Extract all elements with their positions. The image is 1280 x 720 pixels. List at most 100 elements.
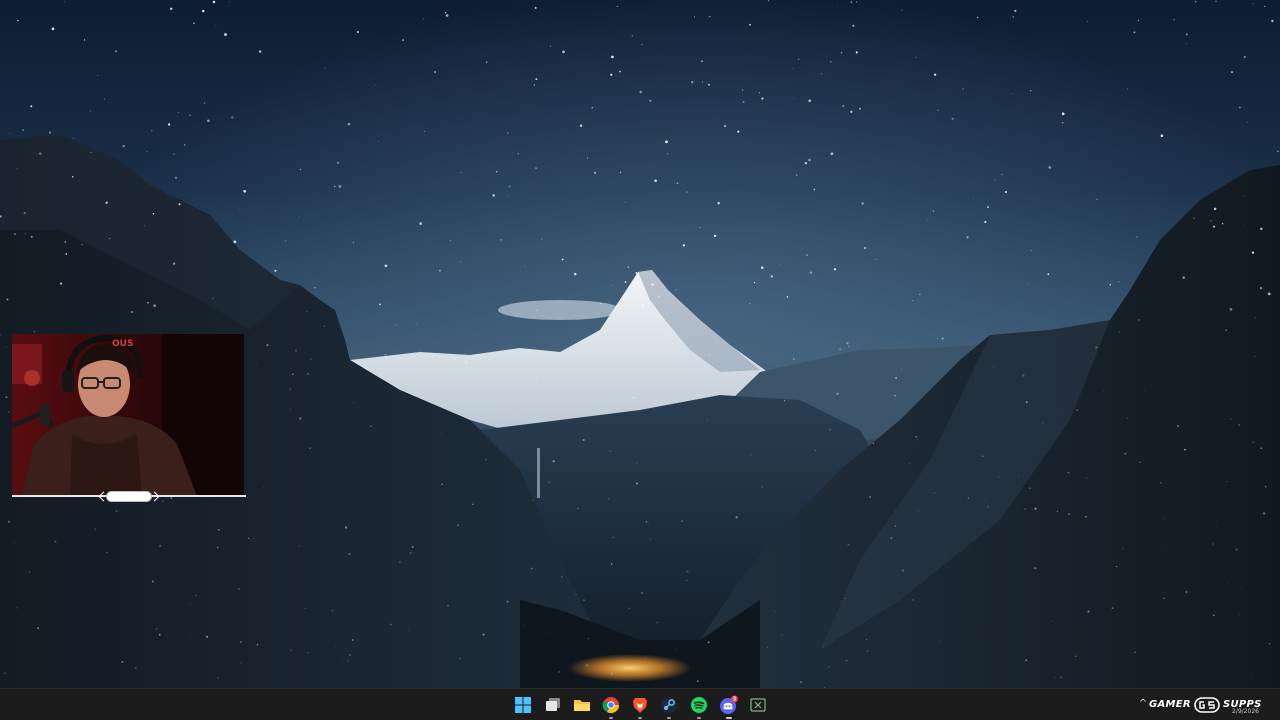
file-explorer-button[interactable] (572, 695, 592, 715)
star-speck (635, 272, 638, 274)
star-speck (1173, 19, 1175, 21)
star-speck (258, 50, 262, 53)
star-speck (855, 1, 858, 3)
star-speck (1259, 227, 1263, 231)
webcam-overlay[interactable]: OUS (12, 334, 244, 496)
task-view-button[interactable] (543, 695, 563, 715)
brave-button[interactable] (630, 695, 650, 719)
star-speck (384, 264, 388, 268)
star-speck (742, 101, 745, 103)
tray-date[interactable]: 2/9/2026 (1232, 708, 1259, 715)
star-speck (872, 442, 875, 445)
star-speck (566, 377, 568, 379)
star-speck (147, 301, 149, 304)
star-speck (445, 14, 449, 17)
brave-icon (633, 698, 647, 713)
star-speck (1068, 513, 1071, 516)
star-speck (1184, 448, 1186, 451)
star-speck (347, 122, 351, 126)
star-speck (1074, 655, 1077, 657)
star-speck (749, 303, 751, 304)
star-speck (347, 660, 349, 662)
start-button[interactable] (513, 695, 533, 715)
star-speck (717, 202, 720, 205)
running-indicator (667, 717, 671, 719)
star-speck (855, 51, 858, 54)
star-speck (1159, 481, 1162, 484)
chrome-icon (602, 697, 620, 714)
star-speck (231, 116, 234, 119)
star-speck (535, 78, 538, 81)
star-speck (496, 171, 498, 173)
star-speck (1271, 19, 1274, 23)
star-speck (654, 179, 657, 182)
star-speck (938, 640, 940, 642)
xbox-button[interactable] (748, 695, 768, 715)
star-speck (610, 672, 613, 675)
star-speck (895, 376, 898, 379)
star-speck (892, 561, 894, 563)
star-speck (1004, 190, 1007, 194)
star-speck (8, 133, 10, 134)
star-speck (1053, 534, 1055, 536)
star-speck (434, 71, 437, 74)
star-speck (459, 658, 461, 660)
star-speck (741, 89, 744, 91)
star-speck (582, 439, 585, 441)
star-speck (402, 39, 405, 42)
star-speck (453, 358, 456, 361)
star-speck (713, 234, 717, 238)
star-speck (317, 331, 318, 333)
discord-button[interactable]: 3 (719, 695, 739, 719)
star-speck (114, 50, 118, 53)
star-speck (783, 400, 786, 402)
webcam-resize-handle[interactable] (106, 491, 152, 502)
star-speck (1116, 565, 1118, 568)
star-speck (253, 537, 255, 539)
star-speck (610, 563, 613, 565)
star-speck (808, 158, 811, 162)
star-speck (560, 365, 562, 367)
star-speck (1096, 198, 1098, 200)
spotify-button[interactable] (689, 695, 709, 719)
star-speck (536, 309, 539, 312)
steam-icon (661, 697, 677, 713)
star-speck (1230, 418, 1232, 420)
star-speck (909, 463, 910, 464)
star-speck (23, 212, 26, 215)
star-speck (632, 396, 635, 399)
star-speck (449, 240, 451, 242)
star-speck (912, 299, 914, 302)
star-speck (915, 56, 917, 58)
star-speck (513, 413, 515, 416)
star-speck (306, 311, 308, 313)
star-speck (1051, 620, 1053, 622)
star-speck (549, 45, 551, 47)
star-speck (1221, 222, 1224, 225)
chrome-button[interactable] (601, 695, 621, 719)
star-speck (619, 171, 622, 174)
star-speck (161, 500, 164, 503)
star-speck (761, 97, 764, 100)
star-speck (593, 171, 597, 175)
star-speck (549, 632, 551, 634)
star-speck (419, 350, 420, 352)
star-speck (1226, 481, 1228, 482)
tray-overflow-chevron-icon[interactable]: ^ (1138, 698, 1148, 710)
desktop[interactable]: OUS (0, 0, 1280, 688)
star-speck (917, 510, 919, 512)
star-speck (266, 343, 269, 347)
star-speck (749, 453, 752, 456)
star-speck (307, 373, 309, 375)
star-speck (1138, 319, 1140, 321)
star-speck (1087, 21, 1088, 22)
star-speck (635, 482, 639, 485)
star-speck (608, 498, 610, 500)
star-speck (901, 569, 905, 572)
steam-button[interactable] (659, 695, 679, 719)
star-speck (482, 633, 485, 636)
star-speck (146, 151, 148, 153)
running-indicator (726, 717, 732, 719)
star-speck (336, 488, 337, 490)
star-speck (894, 394, 896, 397)
